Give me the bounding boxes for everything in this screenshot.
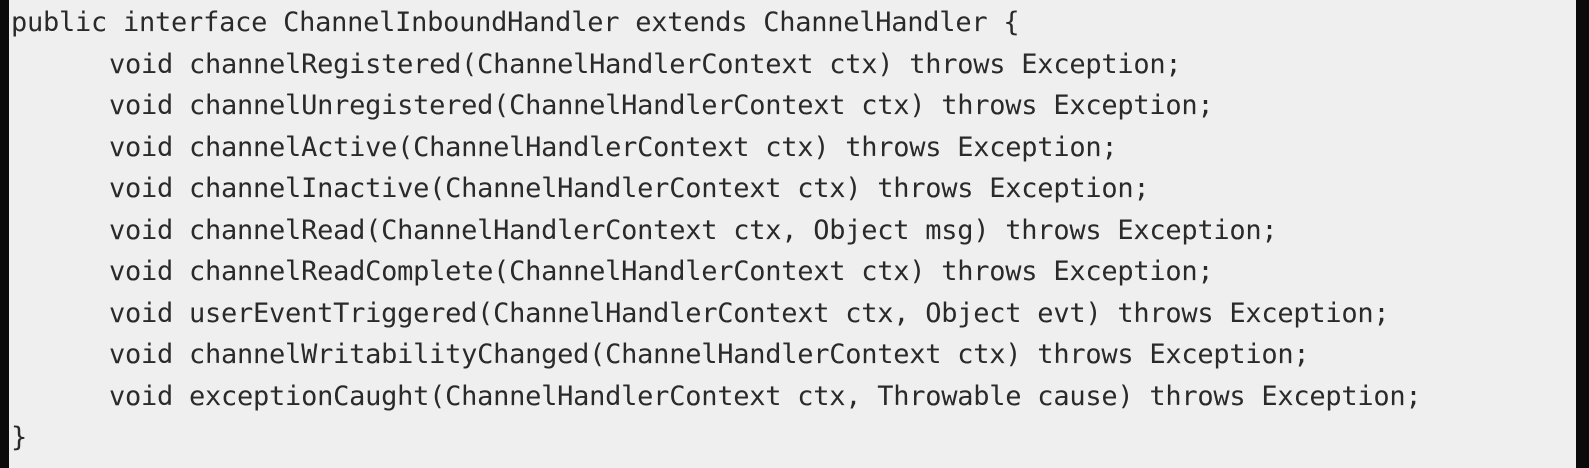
method-user-event-triggered: void userEventTriggered(ChannelHandlerCo… [109,297,1390,329]
method-channel-registered: void channelRegistered(ChannelHandlerCon… [109,48,1182,80]
method-channel-inactive: void channelInactive(ChannelHandlerConte… [109,173,1150,204]
method-channel-active: void channelActive(ChannelHandlerContext… [109,131,1118,163]
interface-declaration-line: public interface ChannelInboundHandler e… [11,7,1020,38]
code-block: public interface ChannelInboundHandler e… [9,0,1576,468]
screenshot-frame: public interface ChannelInboundHandler e… [0,0,1589,468]
closing-brace-line: } [11,422,28,453]
method-exception-caught: void exceptionCaught(ChannelHandlerConte… [109,380,1422,412]
method-channel-read: void channelRead(ChannelHandlerContext c… [109,214,1278,246]
method-channel-writability-changed: void channelWritabilityChanged(ChannelHa… [109,339,1310,370]
method-channel-unregistered: void channelUnregistered(ChannelHandlerC… [109,90,1214,121]
method-channel-read-complete: void channelReadComplete(ChannelHandlerC… [109,256,1214,287]
